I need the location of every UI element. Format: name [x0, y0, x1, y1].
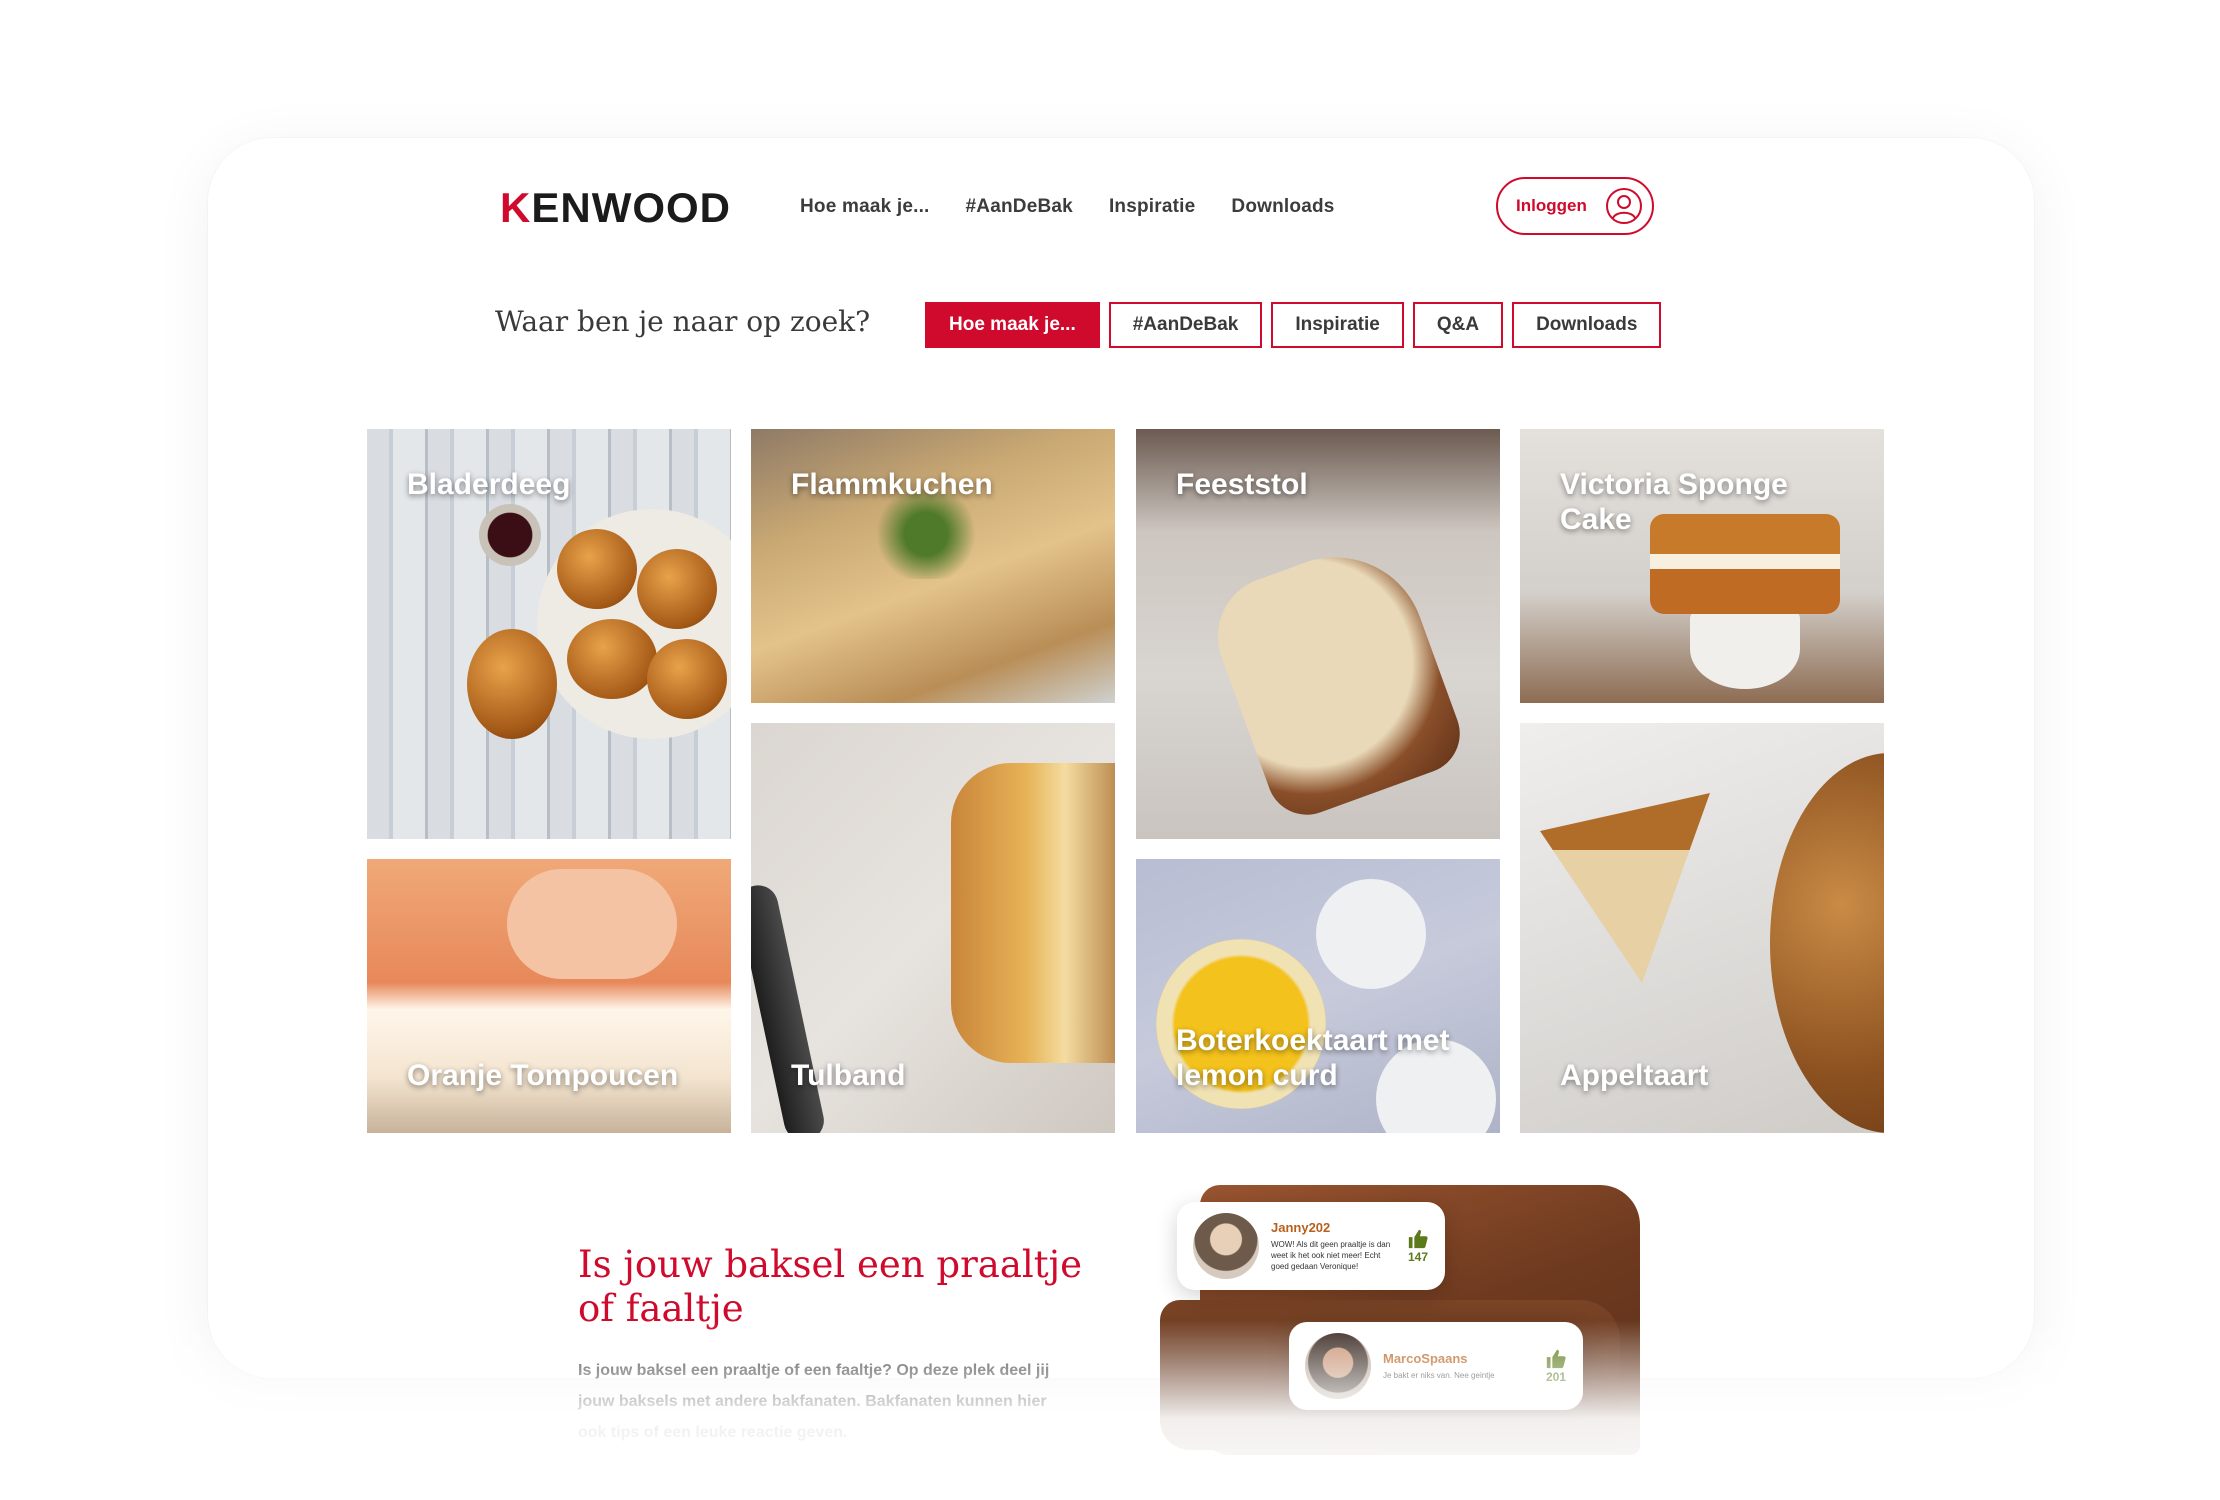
comment-body: Janny202 WOW! Als dit geen praaltje is d… [1271, 1220, 1395, 1272]
login-button[interactable]: Inloggen [1496, 177, 1654, 235]
pie-slice [1540, 793, 1710, 983]
pastry [557, 529, 637, 609]
croissant [467, 629, 557, 739]
nav-downloads[interactable]: Downloads [1231, 196, 1334, 218]
tile-appeltaart[interactable]: Appeltaart [1520, 723, 1884, 1133]
like-count: 201 [1545, 1370, 1567, 1384]
tile-victoria-sponge-cake[interactable]: Victoria Sponge Cake [1520, 429, 1884, 703]
comment-card[interactable]: MarcoSpaans Je bakt er niks van. Nee gei… [1289, 1322, 1583, 1410]
like-button[interactable]: 201 [1545, 1348, 1567, 1384]
comment-username: Janny202 [1271, 1220, 1331, 1235]
login-label: Inloggen [1516, 196, 1587, 215]
jam-pot [479, 504, 541, 566]
avatar [1305, 1333, 1371, 1399]
pastry [567, 619, 657, 699]
comment-text: Je bakt er niks van. Nee geintje [1383, 1371, 1495, 1380]
stollen-slice [1200, 532, 1472, 826]
tile-title: Feeststol [1176, 468, 1308, 501]
comment-username: MarcoSpaans [1383, 1351, 1468, 1366]
like-count: 147 [1407, 1250, 1429, 1264]
hand [507, 869, 677, 979]
like-button[interactable]: 147 [1407, 1228, 1429, 1264]
comment-card[interactable]: Janny202 WOW! Als dit geen praaltje is d… [1177, 1202, 1445, 1290]
tile-title: Flammkuchen [791, 468, 993, 501]
comment-text: WOW! Als dit geen praaltje is dan weet i… [1271, 1240, 1391, 1271]
tile-feeststol[interactable]: Feeststol [1136, 429, 1500, 839]
user-icon [1605, 188, 1642, 224]
chip-inspiratie[interactable]: Inspiratie [1271, 302, 1404, 348]
tile-tulband[interactable]: Tulband [751, 723, 1115, 1133]
section-body: Is jouw baksel een praaltje of een faalt… [578, 1362, 1050, 1441]
comment-body: MarcoSpaans Je bakt er niks van. Nee gei… [1383, 1351, 1533, 1381]
kenwood-logo[interactable]: KENWOOD [500, 186, 740, 230]
cake-stand [1690, 609, 1800, 689]
category-filters: Hoe maak je... #AanDeBak Inspiratie Q&A … [925, 302, 1662, 348]
pastry [647, 639, 727, 719]
tile-bladerdeeg[interactable]: Bladerdeeg [367, 429, 731, 839]
tile-title: Bladerdeeg [407, 468, 571, 501]
tile-title: Oranje Tompoucen [407, 1059, 679, 1092]
nav-hoe-maak-je[interactable]: Hoe maak je... [800, 196, 930, 218]
tile-title: Appeltaart [1560, 1059, 1709, 1092]
nav-inspiratie[interactable]: Inspiratie [1109, 196, 1195, 218]
tile-flammkuchen[interactable]: Flammkuchen [751, 429, 1115, 703]
nav-aandebak[interactable]: #AanDeBak [966, 196, 1073, 218]
chip-downloads[interactable]: Downloads [1512, 302, 1662, 348]
tile-title: Victoria Sponge Cake [1560, 468, 1788, 536]
tile-title: Boterkoektaart met lemon curd [1176, 1024, 1450, 1092]
arugula [871, 489, 981, 579]
section-headline: Is jouw baksel een praaltje of faaltje [578, 1243, 1082, 1330]
thumbs-up-icon [1408, 1229, 1428, 1249]
thumbs-up-icon [1546, 1349, 1566, 1369]
chip-hoe-maak-je[interactable]: Hoe maak je... [925, 302, 1100, 348]
pastry [637, 549, 717, 629]
bundt-cake [951, 763, 1115, 1063]
chip-aandebak[interactable]: #AanDeBak [1108, 302, 1263, 348]
tile-title: Tulband [791, 1059, 906, 1092]
knife [751, 881, 828, 1133]
avatar [1193, 1213, 1259, 1279]
apple-pie [1770, 753, 1884, 1133]
tile-boterkoektaart[interactable]: Boterkoektaart met lemon curd [1136, 859, 1500, 1133]
chip-qa[interactable]: Q&A [1412, 302, 1504, 348]
tile-oranje-tompoucen[interactable]: Oranje Tompoucen [367, 859, 731, 1133]
top-navigation: Hoe maak je... #AanDeBak Inspiratie Down… [800, 196, 1335, 218]
plate [1316, 879, 1426, 989]
search-question: Waar ben je naar op zoek? [495, 305, 871, 338]
